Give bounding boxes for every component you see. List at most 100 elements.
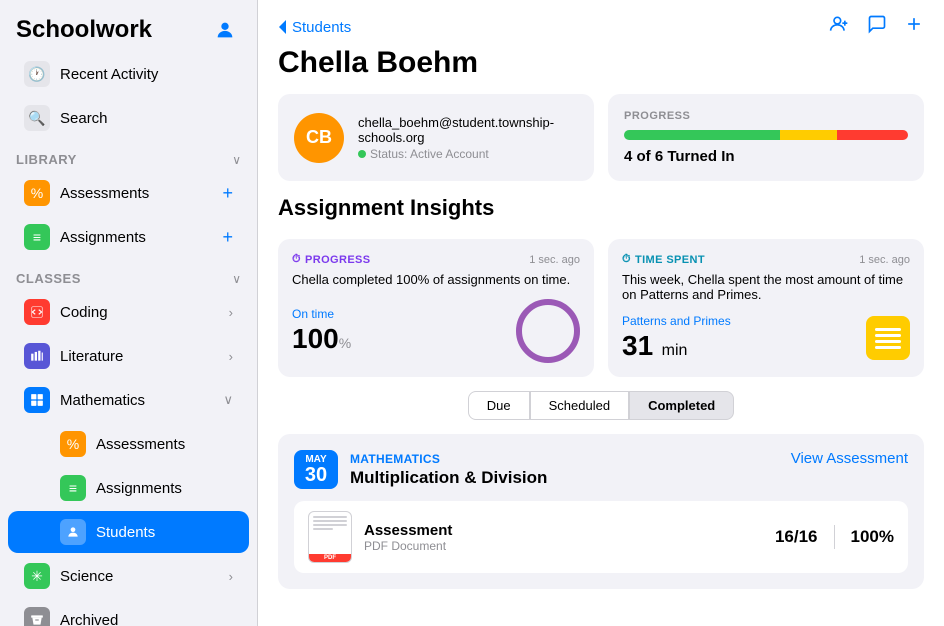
student-name: Chella Boehm	[258, 40, 944, 94]
assessments-icon: %	[24, 180, 50, 206]
science-icon: ✳	[24, 563, 50, 589]
back-button[interactable]: Students	[278, 19, 351, 36]
sidebar-item-literature[interactable]: Literature ›	[8, 335, 249, 377]
assignment-name: Multiplication & Division	[350, 468, 791, 488]
avatar: CB	[294, 113, 344, 163]
main-nav: Students	[258, 0, 944, 40]
sidebar-item-math-assessments[interactable]: % Assessments	[8, 423, 249, 465]
mathematics-icon	[24, 387, 50, 413]
on-time-label: On time	[292, 307, 351, 321]
progress-badge-text: PROGRESS	[305, 254, 371, 266]
score-percent: 100%	[851, 527, 894, 547]
filter-tab-scheduled[interactable]: Scheduled	[530, 391, 629, 420]
sidebar-item-mathematics[interactable]: Mathematics ∨	[8, 379, 249, 421]
filter-tab-due[interactable]: Due	[468, 391, 530, 420]
assignment-item-row: PDF Assessment PDF Document 16/16 100%	[294, 501, 908, 573]
assignment-date-badge: MAY 30	[294, 450, 338, 489]
nav-actions	[828, 14, 924, 40]
doc-type-bar: PDF	[309, 554, 351, 562]
score-divider	[834, 525, 835, 549]
account-icon-btn[interactable]	[209, 14, 241, 46]
sidebar-item-assessments[interactable]: % Assessments +	[8, 172, 249, 214]
message-btn[interactable]	[866, 14, 888, 40]
score-value: 16/16	[775, 527, 818, 547]
sidebar-item-students[interactable]: Students	[8, 511, 249, 553]
filter-tab-completed[interactable]: Completed	[629, 391, 734, 420]
archived-icon	[24, 607, 50, 626]
status-dot-icon	[358, 150, 366, 158]
student-status: Status: Active Account	[358, 147, 578, 161]
content-area: CB chella_boehm@student.township-schools…	[258, 94, 944, 609]
assessments-label: Assessments	[60, 185, 212, 202]
profile-info: chella_boehm@student.township-schools.or…	[358, 115, 578, 161]
item-name: Assessment	[364, 522, 763, 539]
add-student-btn[interactable]	[828, 14, 850, 40]
sidebar-item-assignments[interactable]: ≡ Assignments +	[8, 216, 249, 258]
sidebar-item-math-assignments[interactable]: ≡ Assignments	[8, 467, 249, 509]
assignment-title-group: MATHEMATICS Multiplication & Division	[350, 452, 791, 488]
search-icon: 🔍	[24, 105, 50, 131]
time-badge-text: TIME SPENT	[635, 254, 705, 266]
back-label: Students	[292, 19, 351, 36]
students-label: Students	[96, 524, 233, 541]
classes-section-header: Classes ∨	[0, 259, 257, 290]
progress-bar-yellow	[780, 130, 837, 140]
library-section-header: Library ∨	[0, 140, 257, 171]
on-time-number: 100	[292, 323, 339, 354]
sidebar-item-science[interactable]: ✳ Science ›	[8, 555, 249, 597]
sidebar-header: Schoolwork	[0, 0, 257, 52]
filter-tabs: Due Scheduled Completed	[278, 391, 924, 420]
assignment-title-area: MAY 30 MATHEMATICS Multiplication & Divi…	[294, 450, 791, 489]
document-thumbnail: PDF	[308, 511, 352, 563]
app-title: Schoolwork	[16, 16, 152, 44]
progress-card: PROGRESS 4 of 6 Turned In	[608, 94, 924, 181]
subject-label: Patterns and Primes	[622, 314, 731, 328]
assessments-add-icon[interactable]: +	[222, 183, 233, 204]
sidebar-item-recent-activity[interactable]: 🕐 Recent Activity	[8, 53, 249, 95]
time-spent-time: 1 sec. ago	[859, 254, 910, 266]
sidebar: Schoolwork 🕐 Recent Activity 🔍 Search Li…	[0, 0, 258, 626]
math-assessments-icon: %	[60, 431, 86, 457]
sidebar-item-archived[interactable]: Archived	[8, 599, 249, 626]
time-stat: Patterns and Primes 31 min	[622, 314, 910, 362]
add-btn[interactable]	[904, 14, 924, 40]
progress-badge: ⏱ PROGRESS	[292, 253, 371, 266]
recent-activity-label: Recent Activity	[60, 66, 233, 83]
mathematics-chevron-icon: ∨	[223, 392, 233, 408]
students-icon	[60, 519, 86, 545]
math-assessments-label: Assessments	[96, 436, 233, 453]
progress-time: 1 sec. ago	[529, 254, 580, 266]
main-content: Students Chella Boehm CB chella_boehm@st…	[258, 0, 944, 626]
progress-description: Chella completed 100% of assignments on …	[292, 272, 580, 287]
time-value-group: 31 min	[622, 330, 731, 362]
search-label: Search	[60, 110, 233, 127]
time-description: This week, Chella spent the most amount …	[622, 272, 910, 302]
library-label: Library	[16, 152, 77, 167]
notes-icon	[866, 316, 910, 360]
progress-bar	[624, 130, 908, 140]
top-cards: CB chella_boehm@student.township-schools…	[278, 94, 924, 181]
assignments-label: Assignments	[60, 229, 212, 246]
assignment-header: MAY 30 MATHEMATICS Multiplication & Divi…	[294, 450, 908, 489]
assignments-add-icon[interactable]: +	[222, 227, 233, 248]
donut-chart	[516, 299, 580, 363]
sidebar-item-search[interactable]: 🔍 Search	[8, 97, 249, 139]
view-assessment-btn[interactable]: View Assessment	[791, 450, 908, 467]
recent-activity-icon: 🕐	[24, 61, 50, 87]
sidebar-item-coding[interactable]: Coding ›	[8, 291, 249, 333]
math-assignments-label: Assignments	[96, 480, 233, 497]
insight-time-header: ⏱ TIME SPENT 1 sec. ago	[622, 253, 910, 266]
assignment-card: MAY 30 MATHEMATICS Multiplication & Divi…	[278, 434, 924, 589]
on-time-unit: %	[339, 335, 351, 351]
insights-title: Assignment Insights	[278, 195, 924, 221]
assignment-item-info: Assessment PDF Document	[364, 522, 763, 553]
coding-icon	[24, 299, 50, 325]
library-chevron-icon: ∨	[232, 153, 241, 167]
time-badge: ⏱ TIME SPENT	[622, 253, 705, 266]
time-description-text: This week, Chella spent the most amount …	[622, 272, 903, 302]
doc-thumb-content	[309, 512, 351, 554]
science-chevron-icon: ›	[229, 569, 233, 584]
progress-label: PROGRESS	[624, 110, 908, 122]
insight-progress-card: ⏱ PROGRESS 1 sec. ago Chella completed 1…	[278, 239, 594, 377]
assignments-icon: ≡	[24, 224, 50, 250]
